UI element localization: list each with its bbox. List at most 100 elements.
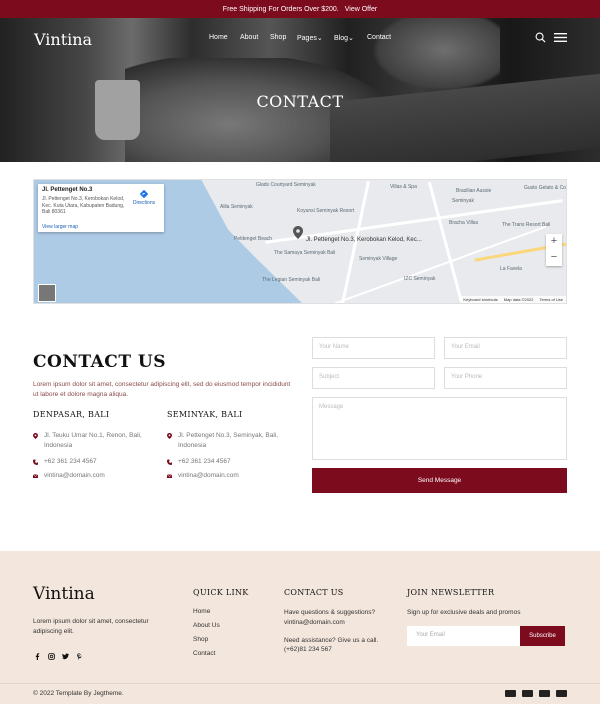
- phone-icon: [167, 459, 172, 465]
- map-label: Seminyak Village: [359, 256, 398, 262]
- map-zoom-controls: + −: [546, 234, 562, 266]
- footer-assist-text: Need assistance? Give us a call.: [284, 636, 379, 644]
- office-email[interactable]: vintina@domain.com: [44, 471, 105, 481]
- nav-about[interactable]: About: [240, 34, 270, 42]
- office-seminyak: SEMINYAK, BALI Jl. Pettenget No.3, Semin…: [167, 410, 297, 481]
- footer-divider: [0, 683, 600, 684]
- office-phone-row: +62 361 234 4567: [33, 457, 163, 467]
- social-links: [34, 653, 83, 660]
- satellite-toggle[interactable]: [38, 284, 56, 302]
- newsletter-title: JOIN NEWSLETTER: [407, 588, 495, 597]
- map-label: IZC Seminyak: [404, 276, 436, 282]
- office-address-row: Jl. Teuku Umar No.1, Renon, Bali, Indone…: [33, 431, 163, 451]
- page-title: CONTACT: [256, 92, 344, 111]
- paypal-icon: [522, 690, 533, 697]
- footer-logo[interactable]: Vintina: [33, 584, 95, 604]
- office-address: Jl. Teuku Umar No.1, Renon, Bali, Indone…: [44, 432, 142, 449]
- map-pin-icon[interactable]: [293, 226, 303, 239]
- footer-questions-text: Have questions & suggestions?: [284, 609, 376, 616]
- facebook-icon[interactable]: [34, 653, 41, 660]
- topbar: Free Shipping For Orders Over $200. View…: [0, 0, 600, 18]
- location-pin-icon: [167, 433, 172, 439]
- chevron-down-icon: ⌄: [348, 35, 354, 42]
- map-label: Petitenget Beach: [234, 236, 273, 242]
- nav-home[interactable]: Home: [209, 34, 240, 42]
- map-label: The Legian Seminyak Bali: [262, 277, 321, 283]
- twitter-icon[interactable]: [62, 653, 69, 660]
- pinterest-icon[interactable]: [76, 653, 83, 660]
- map-pin-label: Jl. Pettenget No.3, Kerobokan Kelod, Kec…: [306, 237, 422, 243]
- map-label: Koyunsi Seminyak Resort: [297, 208, 355, 214]
- view-offer-link[interactable]: View Offer: [345, 6, 377, 13]
- view-larger-map-link[interactable]: View larger map: [42, 224, 78, 230]
- payment-methods: [505, 690, 567, 697]
- directions-icon: [140, 190, 148, 198]
- map-label: The Samaya Seminyak Bali: [274, 250, 336, 256]
- office-denpasar: DENPASAR, BALI Jl. Teuku Umar No.1, Reno…: [33, 410, 163, 481]
- mail-icon: [167, 474, 172, 479]
- map-label: The Trans Resort Bali: [502, 222, 551, 228]
- mail-icon: [33, 474, 38, 479]
- footer-contact-info: Have questions & suggestions? vintina@do…: [284, 608, 394, 655]
- location-pin-icon: [33, 433, 38, 439]
- message-field[interactable]: Message: [312, 397, 567, 460]
- zoom-in-button[interactable]: +: [546, 234, 562, 250]
- site-logo[interactable]: Vintina: [34, 30, 92, 49]
- map-label: La Favela: [500, 266, 522, 272]
- newsletter-email-input[interactable]: Your Email: [407, 626, 520, 646]
- office-email-row: vintina@domain.com: [167, 471, 297, 481]
- map-label: Bracha Villas: [449, 220, 479, 226]
- location-map[interactable]: Glads Courtyard Seminyak Villas & Spa Br…: [33, 179, 567, 304]
- mastercard-icon: [505, 690, 516, 697]
- hamburger-menu-icon[interactable]: [554, 33, 567, 42]
- office-title: SEMINYAK, BALI: [167, 410, 243, 419]
- nav-pages-label: Pages: [297, 35, 317, 42]
- office-title: DENPASAR, BALI: [33, 410, 110, 419]
- map-label: Brazilian Aussie: [456, 188, 492, 194]
- map-attribution: Keyboard shortcuts Map data ©2022 Terms …: [460, 296, 566, 303]
- footer-link-home[interactable]: Home: [193, 608, 220, 622]
- terms-link[interactable]: Terms of Use: [539, 297, 563, 302]
- map-label: Seminyak: [452, 198, 474, 204]
- footer-assist-phone[interactable]: (+62)81 234 567: [284, 645, 394, 655]
- quick-link-title: QUICK LINK: [193, 588, 249, 597]
- name-field[interactable]: Your Name: [312, 337, 435, 359]
- footer-link-shop[interactable]: Shop: [193, 636, 220, 650]
- nav-pages[interactable]: Pages ⌄: [297, 34, 334, 42]
- map-info-address: Jl. Pettenget No.3, Kerobokan Kelod, Kec…: [42, 196, 125, 215]
- footer-contact-email[interactable]: vintina@domain.com: [284, 618, 394, 628]
- send-message-button[interactable]: Send Message: [312, 468, 567, 493]
- chevron-down-icon: ⌄: [316, 35, 323, 42]
- newsletter-text: Sign up for exclusive deals and promos: [407, 609, 521, 616]
- main-nav: Home About Shop Pages ⌄ Blog ⌄ Contact: [209, 34, 397, 42]
- zoom-out-button[interactable]: −: [546, 250, 562, 266]
- topbar-text: Free Shipping For Orders Over $200.: [222, 5, 339, 13]
- nav-shop[interactable]: Shop: [270, 34, 297, 42]
- amex-icon: [556, 690, 567, 697]
- subscribe-button[interactable]: Subscribe: [520, 626, 565, 646]
- directions-button[interactable]: Directions: [130, 190, 158, 206]
- map-data-text: Map data ©2022: [503, 297, 534, 302]
- instagram-icon[interactable]: [48, 653, 55, 660]
- map-label: Glads Courtyard Seminyak: [256, 182, 316, 188]
- nav-contact[interactable]: Contact: [367, 34, 397, 42]
- email-field[interactable]: Your Email: [444, 337, 567, 359]
- office-address: Jl. Pettenget No.3, Seminyak, Bali, Indo…: [178, 432, 279, 449]
- office-address-row: Jl. Pettenget No.3, Seminyak, Bali, Indo…: [167, 431, 297, 451]
- nav-blog[interactable]: Blog ⌄: [334, 34, 367, 42]
- footer-link-contact[interactable]: Contact: [193, 650, 220, 664]
- footer-link-about[interactable]: About Us: [193, 622, 220, 636]
- search-icon[interactable]: [535, 32, 546, 43]
- office-email[interactable]: vintina@domain.com: [178, 471, 239, 481]
- subject-field[interactable]: Subject: [312, 367, 435, 389]
- copyright: © 2022 Template By Jegtheme.: [33, 690, 124, 697]
- map-label: Alila Seminyak: [220, 204, 253, 210]
- office-phone[interactable]: +62 361 234 4567: [44, 457, 97, 467]
- office-phone-row: +62 361 234 4567: [167, 457, 297, 467]
- keyboard-shortcuts-link[interactable]: Keyboard shortcuts: [463, 297, 497, 302]
- contact-description: Lorem ipsum dolor sit amet, consectetur …: [33, 381, 291, 399]
- phone-field[interactable]: Your Phone: [444, 367, 567, 389]
- office-phone[interactable]: +62 361 234 4567: [178, 457, 231, 467]
- visa-icon: [539, 690, 550, 697]
- office-email-row: vintina@domain.com: [33, 471, 163, 481]
